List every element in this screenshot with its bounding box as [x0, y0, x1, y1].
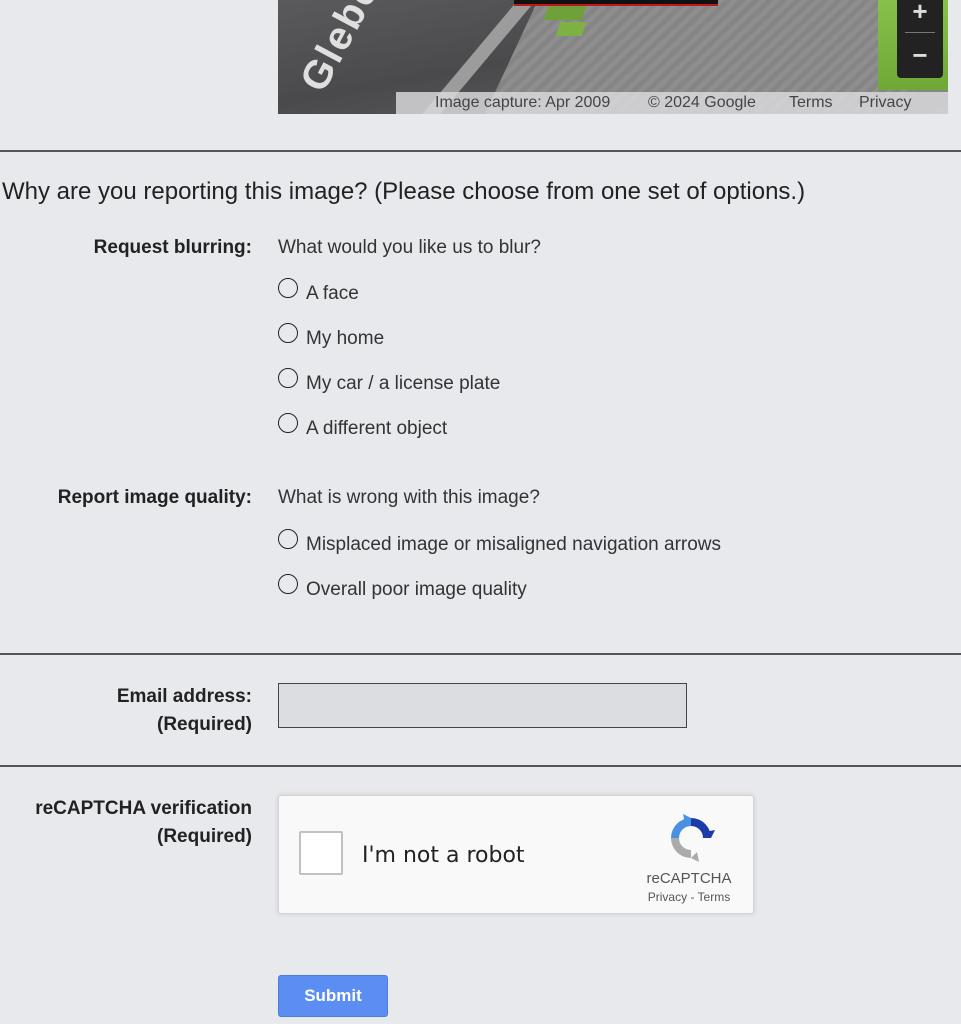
grass-patch [555, 22, 587, 36]
divider [0, 765, 961, 767]
radio-label: A different object [306, 418, 448, 439]
radio-option-face[interactable]: A face [278, 277, 359, 305]
zoom-control: + − [897, 0, 943, 78]
terms-link[interactable]: Terms [789, 92, 833, 114]
radio-label: Misplaced image or misaligned navigation… [306, 534, 722, 555]
radio-label: Overall poor image quality [306, 579, 527, 600]
request-blurring-label: Request blurring: [93, 237, 252, 258]
radio-option-misplaced[interactable]: Misplaced image or misaligned navigation… [278, 528, 721, 556]
grass-patch [543, 6, 587, 20]
email-field[interactable] [278, 683, 687, 728]
blur-prompt: What would you like us to blur? [278, 237, 541, 258]
submit-button[interactable]: Submit [278, 975, 388, 1017]
quality-prompt: What is wrong with this image? [278, 487, 540, 508]
recaptcha-brand: reCAPTCHA [646, 870, 732, 887]
image-capture-date: Image capture: Apr 2009 [435, 94, 611, 111]
zoom-divider [905, 32, 935, 33]
recaptcha-label: reCAPTCHA verification [35, 798, 252, 819]
radio-button[interactable] [278, 529, 298, 549]
zoom-out-button[interactable]: − [897, 38, 943, 72]
radio-option-poor-quality[interactable]: Overall poor image quality [278, 573, 527, 601]
report-quality-label: Report image quality: [57, 487, 252, 508]
radio-button[interactable] [278, 413, 298, 433]
radio-button[interactable] [278, 278, 298, 298]
radio-label: My car / a license plate [306, 373, 501, 394]
privacy-link[interactable]: Privacy [859, 92, 911, 114]
recaptcha-required: (Required) [157, 826, 252, 847]
recaptcha-logo-icon [671, 814, 715, 862]
radio-label: My home [306, 328, 385, 349]
email-required: (Required) [157, 714, 252, 735]
zoom-in-button[interactable]: + [897, 0, 943, 28]
radio-button[interactable] [278, 368, 298, 388]
radio-option-home[interactable]: My home [278, 322, 384, 350]
divider [0, 653, 961, 655]
copyright-text: © 2024 Google [648, 94, 756, 111]
divider [0, 150, 961, 152]
radio-option-car[interactable]: My car / a license plate [278, 367, 500, 395]
report-box-edge [514, 0, 718, 6]
recaptcha-links[interactable]: Privacy - Terms [639, 890, 739, 904]
image-attribution-bar: Image capture: Apr 2009 © 2024 Google Te… [396, 92, 948, 114]
radio-label: A face [306, 283, 359, 304]
email-label: Email address: [116, 686, 252, 707]
radio-option-object[interactable]: A different object [278, 412, 447, 440]
radio-button[interactable] [278, 574, 298, 594]
report-reason-question: Why are you reporting this image? (Pleas… [2, 178, 806, 205]
radio-button[interactable] [278, 323, 298, 343]
recaptcha-checkbox[interactable] [299, 831, 343, 875]
recaptcha-checkbox-label: I'm not a robot [362, 843, 525, 868]
recaptcha-widget: I'm not a robot reCAPTCHA Privacy - Term… [278, 795, 754, 914]
